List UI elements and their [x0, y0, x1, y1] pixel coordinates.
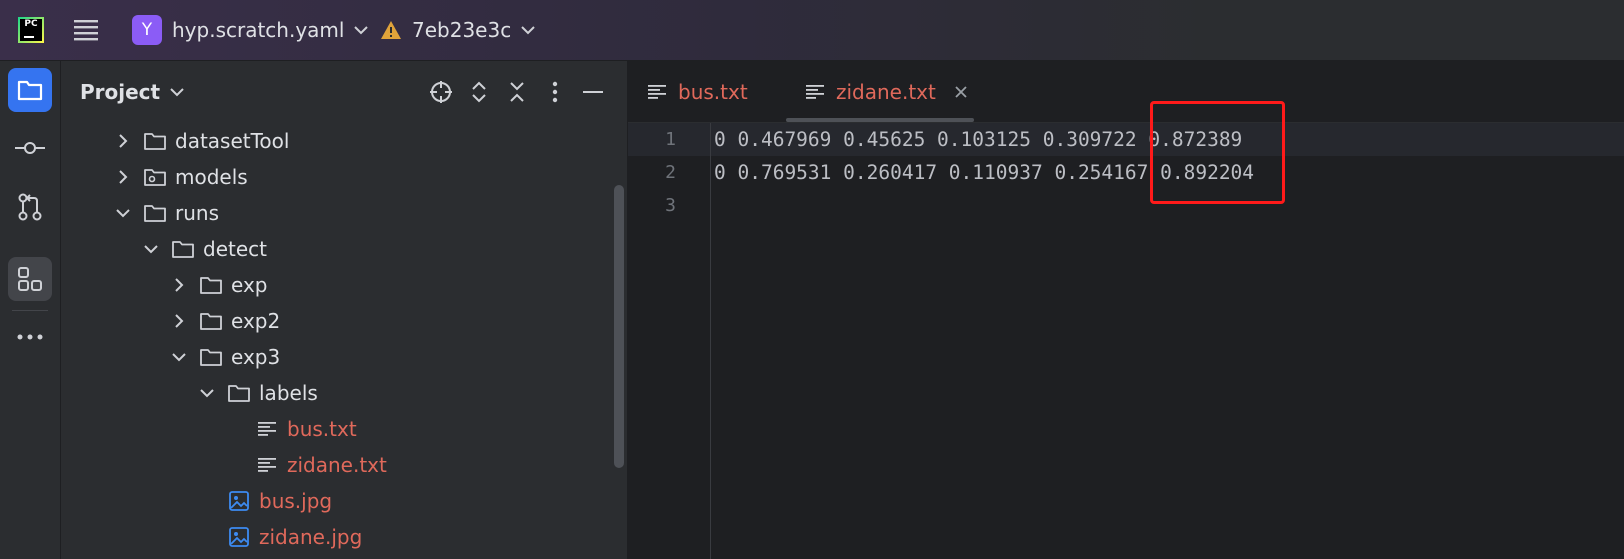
collapse-all-button[interactable]	[502, 77, 532, 107]
tab-label: bus.txt	[678, 79, 748, 104]
collapse-icon	[510, 82, 524, 102]
tab-bus-txt[interactable]: bus.txt	[648, 61, 748, 122]
chevron-down-icon[interactable]	[171, 349, 187, 365]
line-number-gutter: 1 2 3	[628, 123, 711, 559]
tab-label: zidane.txt	[836, 79, 936, 104]
project-view-selector[interactable]: Project	[80, 61, 184, 122]
vertical-scrollbar[interactable]	[614, 185, 624, 468]
chevron-down-icon[interactable]	[199, 385, 215, 401]
tree-item-label: models	[175, 165, 248, 189]
options-button[interactable]	[540, 77, 570, 107]
project-panel: Project datasetTool models runs detect e…	[61, 61, 628, 559]
line-number: 3	[665, 195, 676, 216]
folder-icon	[143, 130, 167, 152]
pull-requests-tool-button[interactable]	[8, 185, 52, 229]
tree-item-label: exp2	[231, 309, 281, 333]
folder-icon	[171, 238, 195, 260]
tree-item-models[interactable]: models	[61, 159, 675, 195]
text-file-icon	[255, 418, 279, 440]
text-file-icon	[648, 84, 666, 99]
tree-item-label: labels	[259, 381, 318, 405]
active-tab-indicator	[786, 118, 974, 122]
hamburger-icon	[74, 20, 98, 41]
tree-item-label: bus.txt	[287, 417, 357, 441]
chevron-down-icon[interactable]	[115, 205, 131, 221]
chevron-right-icon[interactable]	[115, 169, 131, 185]
tree-item-runs[interactable]: runs	[61, 195, 675, 231]
tree-item-label: exp3	[231, 345, 281, 369]
more-tools-button[interactable]	[8, 315, 52, 359]
pull-request-icon	[18, 193, 42, 221]
hide-panel-button[interactable]	[578, 77, 608, 107]
tree-item-label: exp	[231, 273, 268, 297]
folder-icon	[227, 382, 251, 404]
tool-separator	[12, 310, 48, 311]
panel-title: Project	[80, 79, 161, 104]
tool-window-strip	[0, 61, 61, 559]
commit-tool-button[interactable]	[8, 126, 52, 170]
vcs-branch-selector[interactable]: 7eb23e3c	[380, 0, 535, 60]
project-badge: Y	[132, 15, 162, 45]
warning-icon	[381, 21, 401, 39]
expand-all-button[interactable]	[464, 77, 494, 107]
tree-item-label: bus.jpg	[259, 489, 333, 513]
crosshair-icon	[430, 81, 452, 103]
folder-icon	[143, 202, 167, 224]
tree-item-label: datasetTool	[175, 129, 290, 153]
chevron-right-icon[interactable]	[171, 313, 187, 329]
tree-item-datasettool[interactable]: datasetTool	[61, 123, 675, 159]
chevron-down-icon[interactable]	[143, 241, 159, 257]
text-file-icon	[255, 454, 279, 476]
line-number: 2	[665, 162, 676, 183]
image-file-icon	[227, 490, 251, 512]
close-icon[interactable]	[954, 85, 968, 99]
chevron-down-icon	[354, 26, 369, 35]
tree-item-label: detect	[203, 237, 267, 261]
project-selector[interactable]: Y hyp.scratch.yaml	[132, 0, 369, 60]
tree-item-detect[interactable]: detect	[61, 231, 703, 267]
structure-icon	[18, 267, 42, 291]
package-folder-icon	[143, 166, 167, 188]
image-file-icon	[227, 526, 251, 548]
editor-area: bus.txt zidane.txt 1 2 3 0 0.467969 0.45…	[628, 61, 1624, 559]
structure-tool-button[interactable]	[8, 257, 52, 301]
annotation-highlight-box	[1150, 101, 1285, 204]
minimize-icon	[583, 91, 603, 93]
main-menu-button[interactable]	[74, 0, 98, 60]
project-name: hyp.scratch.yaml	[172, 18, 345, 42]
pycharm-logo-icon: PC	[18, 17, 44, 43]
project-tool-button[interactable]	[8, 68, 52, 112]
more-icon	[17, 334, 43, 340]
commit-hash: 7eb23e3c	[412, 18, 512, 42]
tree-item-label: runs	[175, 201, 219, 225]
locate-file-button[interactable]	[426, 77, 456, 107]
tree-item-label: zidane.txt	[287, 453, 387, 477]
tab-zidane-txt[interactable]: zidane.txt	[806, 61, 968, 122]
expand-icon	[472, 81, 486, 103]
pycharm-logo[interactable]: PC	[18, 0, 44, 60]
chevron-down-icon	[170, 87, 184, 96]
folder-icon	[199, 274, 223, 296]
line-number: 1	[665, 129, 676, 150]
tree-item-label: zidane.jpg	[259, 525, 363, 549]
project-panel-header: Project	[61, 61, 627, 122]
commit-icon	[15, 142, 45, 154]
title-bar: PC Y hyp.scratch.yaml 7eb23e3c	[0, 0, 1624, 61]
editor-tabs: bus.txt zidane.txt	[628, 61, 1624, 123]
chevron-right-icon[interactable]	[171, 277, 187, 293]
chevron-right-icon[interactable]	[115, 133, 131, 149]
folder-icon	[17, 80, 43, 101]
chevron-down-icon	[521, 26, 535, 35]
text-file-icon	[806, 84, 824, 99]
kebab-menu-icon	[552, 81, 558, 103]
folder-icon	[199, 310, 223, 332]
folder-icon	[199, 346, 223, 368]
